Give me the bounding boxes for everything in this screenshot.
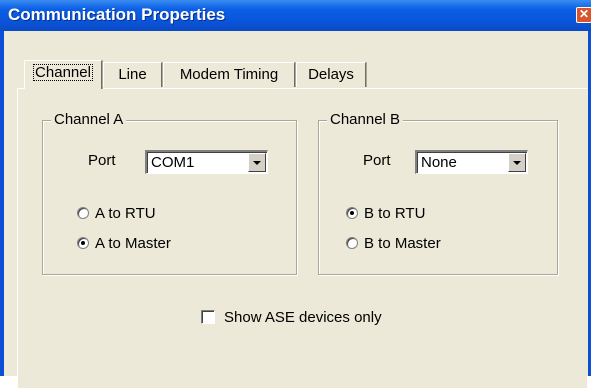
channel-a-port-label: Port bbox=[88, 152, 116, 169]
chevron-down-icon[interactable] bbox=[248, 153, 266, 172]
close-icon: ✕ bbox=[578, 7, 590, 21]
chevron-down-icon[interactable] bbox=[508, 153, 526, 172]
communication-properties-dialog: Communication Properties ✕ Channel Line … bbox=[0, 0, 591, 388]
channel-b-port-select[interactable]: None bbox=[415, 150, 528, 174]
radio-a-to-master-circle[interactable] bbox=[77, 237, 89, 249]
channel-a-group: Channel A Port COM1 A to RTU A to Master bbox=[42, 111, 297, 275]
tab-label: Delays bbox=[308, 66, 354, 83]
radio-b-to-rtu-circle[interactable] bbox=[346, 207, 358, 219]
show-ase-devices-checkbox[interactable] bbox=[201, 310, 215, 324]
tab-delays[interactable]: Delays bbox=[296, 62, 366, 87]
window-title: Communication Properties bbox=[8, 5, 226, 24]
tab-line[interactable]: Line bbox=[103, 62, 162, 87]
radio-b-to-rtu-label: B to RTU bbox=[364, 205, 426, 222]
title-bar[interactable]: Communication Properties ✕ bbox=[0, 0, 591, 31]
radio-a-to-rtu-label: A to RTU bbox=[95, 205, 156, 222]
channel-b-group: Channel B Port None B to RTU B to Master bbox=[318, 111, 558, 275]
tab-modem-timing[interactable]: Modem Timing bbox=[163, 62, 295, 87]
channel-a-group-label: Channel A bbox=[51, 111, 127, 128]
tab-label: Modem Timing bbox=[179, 66, 279, 83]
radio-b-to-master-circle[interactable] bbox=[346, 237, 358, 249]
tab-label: Channel bbox=[33, 64, 93, 81]
tab-channel[interactable]: Channel bbox=[24, 60, 102, 89]
channel-b-group-label: Channel B bbox=[327, 111, 404, 128]
radio-a-to-rtu-circle[interactable] bbox=[77, 207, 89, 219]
channel-a-port-value: COM1 bbox=[151, 154, 195, 171]
radio-b-to-master-label: B to Master bbox=[364, 235, 441, 252]
tab-label: Line bbox=[118, 66, 147, 83]
channel-a-port-select[interactable]: COM1 bbox=[145, 150, 268, 174]
channel-tab-panel: Channel A Port COM1 A to RTU A to Master… bbox=[17, 88, 587, 388]
channel-b-port-value: None bbox=[421, 154, 457, 171]
radio-a-to-master-label: A to Master bbox=[95, 235, 171, 252]
channel-b-port-label: Port bbox=[363, 152, 391, 169]
show-ase-devices-label: Show ASE devices only bbox=[224, 309, 382, 326]
close-button[interactable]: ✕ bbox=[576, 7, 591, 23]
